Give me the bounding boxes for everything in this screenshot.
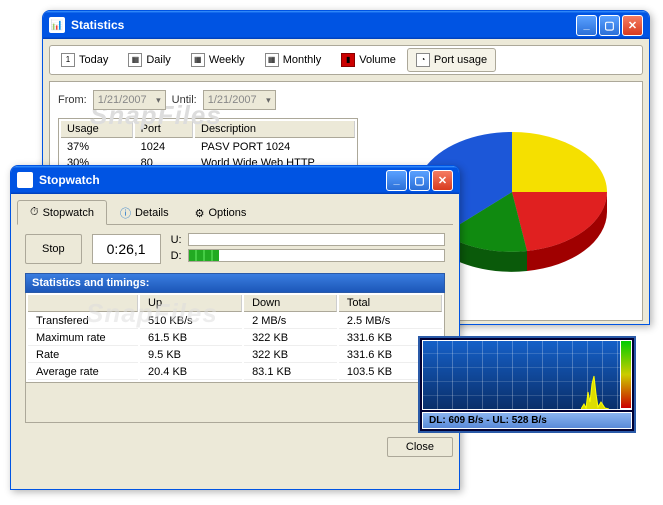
col-up[interactable]: Up	[140, 295, 242, 312]
stopwatch-icon: ⏱	[30, 206, 39, 219]
info-icon: ⓘ	[120, 205, 131, 221]
gear-icon: ⚙	[195, 207, 205, 220]
download-bar	[188, 249, 445, 262]
tab-details[interactable]: ⓘDetails	[107, 200, 182, 225]
table-row[interactable]: Transfered510 KB/s2 MB/s2.5 MB/s	[28, 314, 442, 329]
stats-timings-header: Statistics and timings:	[25, 273, 445, 293]
col-metric[interactable]	[28, 295, 138, 312]
col-port[interactable]: Port	[135, 121, 193, 138]
upload-label: U:	[171, 234, 182, 246]
stopwatch-title: Stopwatch	[39, 173, 386, 187]
stopwatch-tabs: ⏱Stopwatch ⓘDetails ⚙Options	[17, 200, 453, 225]
calendar-icon: ▦	[191, 53, 205, 67]
maximize-button[interactable]: ▢	[409, 170, 430, 191]
table-row[interactable]: 37%1024PASV PORT 1024	[61, 140, 355, 154]
from-date-select[interactable]: 1/21/2007	[93, 90, 166, 110]
volume-button[interactable]: ▮Volume	[332, 48, 405, 72]
close-window-button[interactable]: ✕	[432, 170, 453, 191]
stop-button[interactable]: Stop	[25, 234, 82, 264]
stopwatch-titlebar[interactable]: ⏱ Stopwatch _ ▢ ✕	[11, 166, 459, 194]
stats-table: Up Down Total Transfered510 KB/s2 MB/s2.…	[25, 293, 445, 383]
traffic-status-text: DL: 609 B/s - UL: 528 B/s	[422, 412, 632, 429]
timer-display: 0:26,1	[92, 234, 161, 264]
level-meter	[620, 340, 632, 409]
traffic-graph	[422, 340, 632, 410]
stopwatch-body: Stop 0:26,1 U: D: Statistics and timings…	[17, 225, 453, 431]
table-row[interactable]: Average rate20.4 KB83.1 KB103.5 KB	[28, 365, 442, 380]
traffic-spike-icon	[581, 374, 609, 409]
close-button[interactable]: Close	[387, 437, 453, 457]
tab-options[interactable]: ⚙Options	[182, 200, 260, 225]
until-label: Until:	[172, 94, 197, 106]
volume-icon: ▮	[341, 53, 355, 67]
empty-panel: SnapFiles	[25, 383, 445, 423]
today-button[interactable]: 1Today	[52, 48, 117, 72]
calendar-icon: ▦	[265, 53, 279, 67]
statistics-toolbar: 1Today ▦Daily ▦Weekly ▦Monthly ▮Volume ◔…	[49, 45, 643, 75]
traffic-monitor-widget[interactable]: DL: 609 B/s - UL: 528 B/s	[418, 336, 636, 433]
table-row[interactable]: Rate9.5 KB322 KB331.6 KB	[28, 348, 442, 363]
download-label: D:	[171, 250, 182, 262]
upload-bar	[188, 233, 445, 246]
statistics-app-icon: 📊	[49, 17, 65, 33]
tab-stopwatch[interactable]: ⏱Stopwatch	[17, 200, 107, 225]
minimize-button[interactable]: _	[386, 170, 407, 191]
calendar-icon: 1	[61, 53, 75, 67]
col-total[interactable]: Total	[339, 295, 442, 312]
statistics-title: Statistics	[71, 18, 576, 32]
stopwatch-app-icon: ⏱	[17, 172, 33, 188]
port-usage-button[interactable]: ◔Port usage	[407, 48, 496, 72]
daily-button[interactable]: ▦Daily	[119, 48, 179, 72]
calendar-icon: ▦	[128, 53, 142, 67]
monthly-button[interactable]: ▦Monthly	[256, 48, 331, 72]
statistics-titlebar[interactable]: 📊 Statistics _ ▢ ✕	[43, 11, 649, 39]
table-row[interactable]: Maximum rate61.5 KB322 KB331.6 KB	[28, 331, 442, 346]
until-date-select[interactable]: 1/21/2007	[203, 90, 276, 110]
stopwatch-window: ⏱ Stopwatch _ ▢ ✕ ⏱Stopwatch ⓘDetails ⚙O…	[10, 165, 460, 490]
maximize-button[interactable]: ▢	[599, 15, 620, 36]
pie-icon: ◔	[416, 53, 430, 67]
close-window-button[interactable]: ✕	[622, 15, 643, 36]
minimize-button[interactable]: _	[576, 15, 597, 36]
col-description[interactable]: Description	[195, 121, 355, 138]
from-label: From:	[58, 94, 87, 106]
col-down[interactable]: Down	[244, 295, 337, 312]
weekly-button[interactable]: ▦Weekly	[182, 48, 254, 72]
col-usage[interactable]: Usage	[61, 121, 133, 138]
transfer-bars: U: D:	[171, 233, 445, 265]
